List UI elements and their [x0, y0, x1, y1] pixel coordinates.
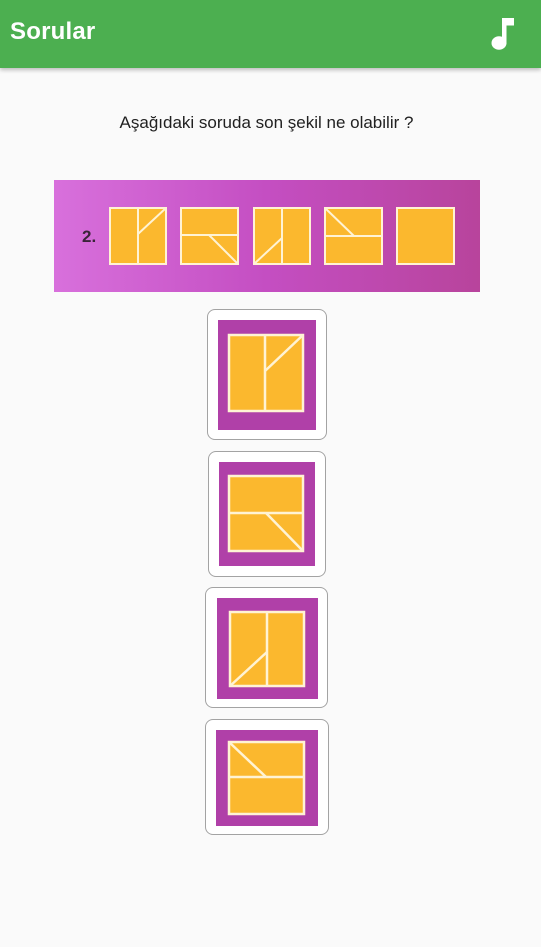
option-4-image [216, 730, 318, 826]
option-3-image [217, 598, 318, 699]
answer-option-2[interactable] [208, 451, 326, 577]
question-number: 2. [82, 227, 96, 246]
sequence-square-4 [324, 207, 383, 265]
sequence-square-5 [396, 207, 455, 265]
music-note-icon [491, 18, 514, 50]
option-1-image [218, 320, 316, 430]
app-bar: Sorular [0, 0, 541, 68]
answer-option-4[interactable] [205, 719, 329, 835]
music-button[interactable] [484, 10, 520, 56]
answer-option-3[interactable] [205, 587, 328, 708]
sequence-square-1 [109, 207, 167, 265]
option-2-image [219, 462, 315, 566]
sequence-square-3 [253, 207, 311, 265]
question-text: Aşağıdaki soruda son şekil ne olabilir ? [119, 113, 414, 132]
sequence-square-2 [180, 207, 239, 265]
answer-option-1[interactable] [207, 309, 327, 440]
page-title: Sorular [10, 18, 96, 45]
question-sequence-image: 2. [54, 180, 480, 292]
